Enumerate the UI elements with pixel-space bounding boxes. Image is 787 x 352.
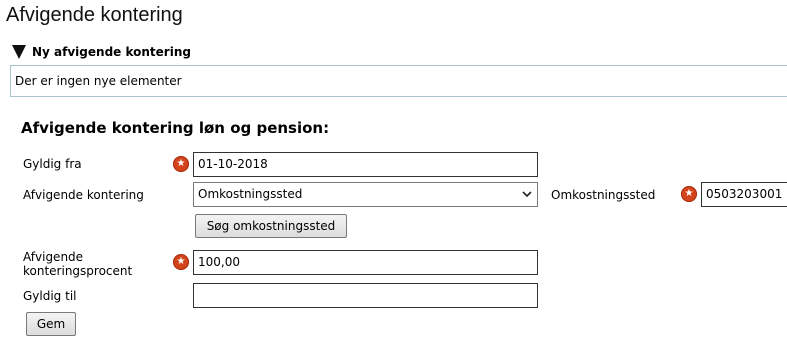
triangle-down-icon	[12, 45, 26, 59]
search-cost-center-button[interactable]: Søg omkostningssted	[195, 214, 347, 238]
required-star-icon: ★	[173, 254, 189, 270]
valid-to-label: Gyldig til	[23, 289, 77, 303]
percentage-value: 100,00	[198, 255, 240, 269]
page-title: Afvigende kontering	[6, 4, 183, 26]
deviation-type-select[interactable]: Omkostningssted	[193, 182, 538, 207]
deviation-type-value: Omkostningssted	[198, 187, 303, 201]
valid-from-label: Gyldig fra	[23, 157, 82, 171]
required-star-icon: ★	[173, 156, 189, 172]
cost-center-field[interactable]: 0503203001	[701, 182, 787, 207]
deviation-type-label: Afvigende kontering	[23, 188, 144, 202]
chevron-down-icon	[522, 191, 532, 198]
valid-from-value: 01-10-2018	[198, 157, 268, 171]
cost-center-label: Omkostningssted	[551, 188, 656, 202]
form-title: Afvigende kontering løn og pension:	[21, 119, 330, 137]
valid-from-field[interactable]: 01-10-2018	[193, 152, 538, 177]
percentage-field[interactable]: 100,00	[193, 250, 538, 275]
valid-to-field[interactable]	[193, 283, 538, 308]
save-button[interactable]: Gem	[26, 312, 76, 336]
required-star-icon: ★	[681, 186, 697, 202]
percentage-label: Afvigende konteringsprocent	[23, 250, 133, 278]
new-items-box: Der er ingen nye elementer	[10, 65, 787, 97]
empty-message: Der er ingen nye elementer	[15, 74, 182, 88]
cost-center-value: 0503203001	[706, 187, 783, 201]
new-section-toggle[interactable]: Ny afvigende kontering	[12, 45, 191, 59]
new-section-header: Ny afvigende kontering	[32, 45, 191, 59]
